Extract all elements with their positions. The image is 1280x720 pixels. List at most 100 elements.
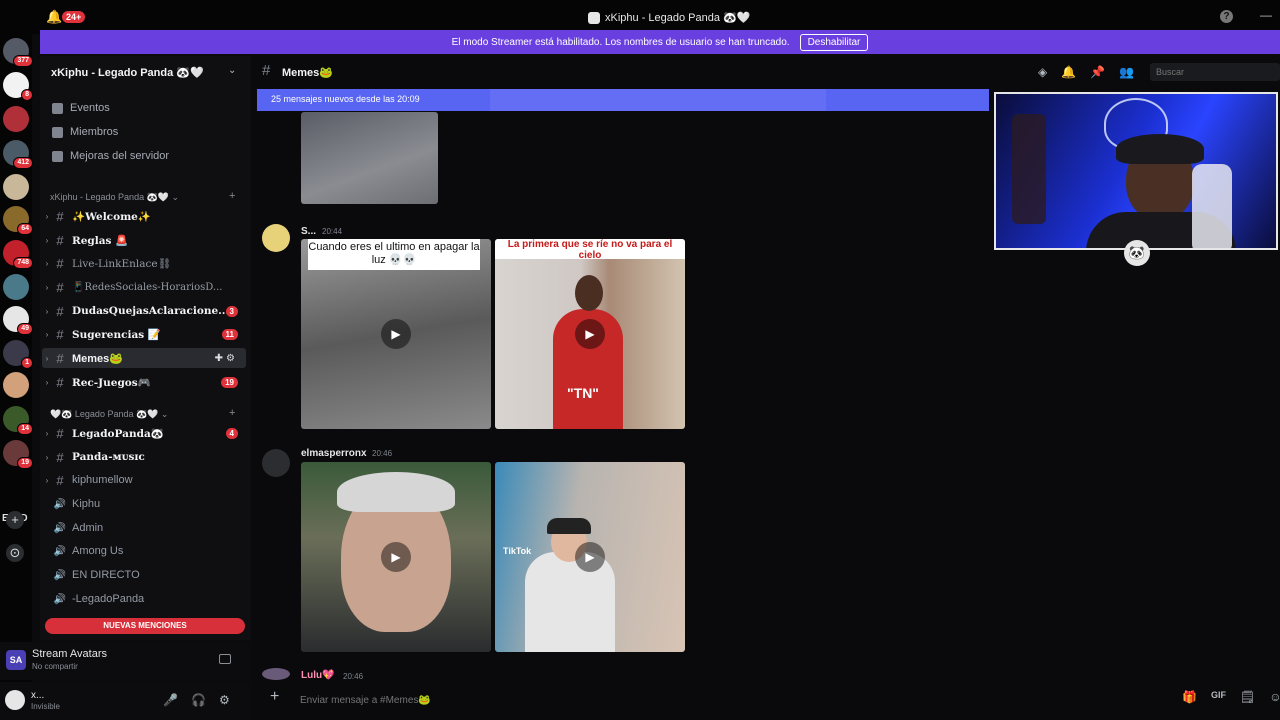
server-icon[interactable]: 377 [3, 38, 33, 67]
play-icon[interactable]: ▶ [575, 319, 605, 349]
channel-welcome[interactable]: › # ✨Welcome✨ [42, 206, 246, 226]
server-icon[interactable] [3, 174, 29, 200]
add-server-icon[interactable]: + [6, 511, 24, 529]
avatar[interactable] [5, 690, 25, 710]
server-icon[interactable]: 748 [3, 240, 33, 269]
category-header[interactable]: xKiphu - Legado Panda 🐼🤍 ⌄ [50, 192, 179, 203]
notification-bell-icon[interactable]: 🔔 [46, 9, 62, 25]
pin-icon[interactable]: 📌 [1090, 65, 1105, 79]
video-attachment[interactable]: ▶ [301, 462, 491, 652]
microphone-icon[interactable]: 🎤 [163, 693, 178, 707]
new-mentions-button[interactable]: NUEVAS MENCIONES [45, 618, 245, 634]
members-list-icon[interactable]: 👥 [1119, 65, 1134, 79]
nav-events[interactable]: Eventos [52, 102, 110, 114]
server-icon[interactable]: 1 [3, 340, 33, 369]
speaker-icon: 🔊 [53, 498, 67, 510]
expand-icon: › [45, 306, 49, 316]
server-badge: 14 [17, 423, 33, 435]
channel-live-link[interactable]: › # Live-LinkEnlace⛓ [42, 253, 246, 273]
hash-icon: # [56, 425, 64, 441]
hash-icon: # [56, 303, 64, 319]
server-icon[interactable] [3, 274, 29, 300]
guild-name[interactable]: xKiphu - Legado Panda 🐼🤍 [51, 66, 204, 79]
help-icon[interactable]: ? [1220, 10, 1233, 23]
avatar[interactable] [262, 668, 290, 680]
channel-label: ✨Welcome✨ [72, 210, 151, 223]
add-attachment-icon[interactable]: + [270, 688, 279, 706]
play-icon[interactable]: ▶ [381, 542, 411, 572]
channel-settings-icon[interactable]: ✚⚙ [215, 353, 238, 364]
message-author[interactable]: Lulu💖 [301, 670, 335, 681]
voice-channel-among-us[interactable]: 🔊 Among Us [42, 541, 246, 561]
gif-icon[interactable]: GIF [1211, 690, 1226, 704]
channel-social[interactable]: › # 📱RedesSociales-HorariosD... [42, 277, 246, 297]
play-icon[interactable]: ▶ [575, 542, 605, 572]
gear-icon[interactable]: ⚙ [219, 693, 230, 707]
add-channel-icon[interactable]: + [229, 190, 235, 202]
avatar[interactable] [262, 449, 290, 477]
webcam-overlay [994, 92, 1278, 250]
add-channel-icon[interactable]: + [229, 407, 235, 419]
channel-kiphumellow[interactable]: › # kiphumellow [42, 470, 246, 490]
server-icon[interactable]: 412 [3, 140, 33, 169]
nav-label: Eventos [70, 102, 110, 114]
chevron-down-icon[interactable]: ⌄ [228, 65, 236, 76]
channel-dudas[interactable]: › # DudasQuejasAclaracione... 3 [42, 301, 246, 321]
search-input[interactable] [1150, 63, 1280, 81]
play-icon[interactable]: ▶ [381, 319, 411, 349]
emoji-icon[interactable]: ☺ [1269, 690, 1280, 704]
server-icon[interactable] [3, 372, 29, 398]
shirt-text: "TN" [567, 385, 599, 401]
server-icon[interactable]: 19 [3, 440, 33, 469]
voice-channel-kiphu[interactable]: 🔊 Kiphu [42, 494, 246, 514]
category-header[interactable]: 🤍🐼 Legado Panda 🐼🤍 ⌄ [50, 409, 168, 420]
message-input[interactable] [300, 692, 1160, 708]
channel-legado-panda[interactable]: › # LegadoPanda🐼 4 [42, 423, 246, 443]
server-icon[interactable]: 49 [3, 306, 33, 335]
window-title-text: xKiphu - Legado Panda 🐼🤍 [605, 12, 751, 24]
explore-icon[interactable]: ⊙ [6, 544, 24, 562]
expand-icon: › [45, 475, 49, 485]
expand-icon: › [45, 211, 49, 221]
video-attachment[interactable]: TikTok ▶ [495, 462, 685, 652]
disable-streamer-button[interactable]: Deshabilitar [799, 33, 869, 51]
server-badge: 748 [13, 257, 33, 269]
nav-members[interactable]: Miembros [52, 126, 118, 138]
channel-panda-music[interactable]: › # Panda-ᴍᴜsɪᴄ [42, 447, 246, 467]
expand-icon: › [45, 377, 49, 387]
gift-icon[interactable]: 🎁 [1182, 690, 1197, 704]
message-author[interactable]: elmasperronx [301, 448, 367, 459]
bell-icon[interactable]: 🔔 [1061, 65, 1076, 79]
expand-icon: › [45, 235, 49, 245]
voice-channel-en-directo[interactable]: 🔊 EN DIRECTO [42, 565, 246, 585]
channel-memes[interactable]: › # Memes🐸 ✚⚙ [42, 348, 246, 368]
sticker-icon[interactable]: 🗒 [1240, 690, 1255, 704]
voice-channel-admin[interactable]: 🔊 Admin [42, 518, 246, 538]
screen-share-icon[interactable] [219, 654, 231, 664]
nav-boost[interactable]: Mejoras del servidor [52, 150, 169, 162]
mention-badge: 19 [221, 376, 238, 388]
message-author[interactable]: S... [301, 226, 316, 237]
hash-icon: # [56, 279, 64, 295]
video-attachment[interactable]: La primera que se ríe no va para el ciel… [495, 239, 685, 429]
headphones-icon[interactable]: 🎧 [191, 693, 206, 707]
boost-icon [52, 150, 63, 162]
server-icon[interactable]: 64 [3, 206, 33, 235]
server-icon[interactable]: 14 [3, 406, 33, 435]
streamer-banner-text: El modo Streamer está habilitado. Los no… [451, 36, 790, 48]
hash-icon: # [56, 350, 64, 366]
avatar[interactable] [262, 224, 290, 252]
server-icon[interactable] [3, 106, 29, 132]
channel-rules[interactable]: › # Reglas 🚨 [42, 230, 246, 250]
voice-channel-legado-panda[interactable]: 🔊 -LegadoPanda [42, 589, 246, 609]
head-shape [575, 275, 603, 311]
video-attachment[interactable] [301, 112, 438, 204]
username[interactable]: x... [31, 690, 44, 701]
new-messages-bar[interactable]: 25 mensajes nuevos desde las 20:09 [257, 89, 989, 111]
threads-icon[interactable]: ◈ [1038, 65, 1047, 79]
channel-rec-juegos[interactable]: › # Rec-Juegos🎮 19 [42, 372, 246, 392]
server-icon[interactable]: 8 [3, 72, 33, 101]
channel-sugerencias[interactable]: › # Sugerencias 📝 11 [42, 324, 246, 344]
minimize-button[interactable]: — [1260, 8, 1272, 22]
video-attachment[interactable]: Cuando eres el ultimo en apagar la luz 💀… [301, 239, 491, 429]
